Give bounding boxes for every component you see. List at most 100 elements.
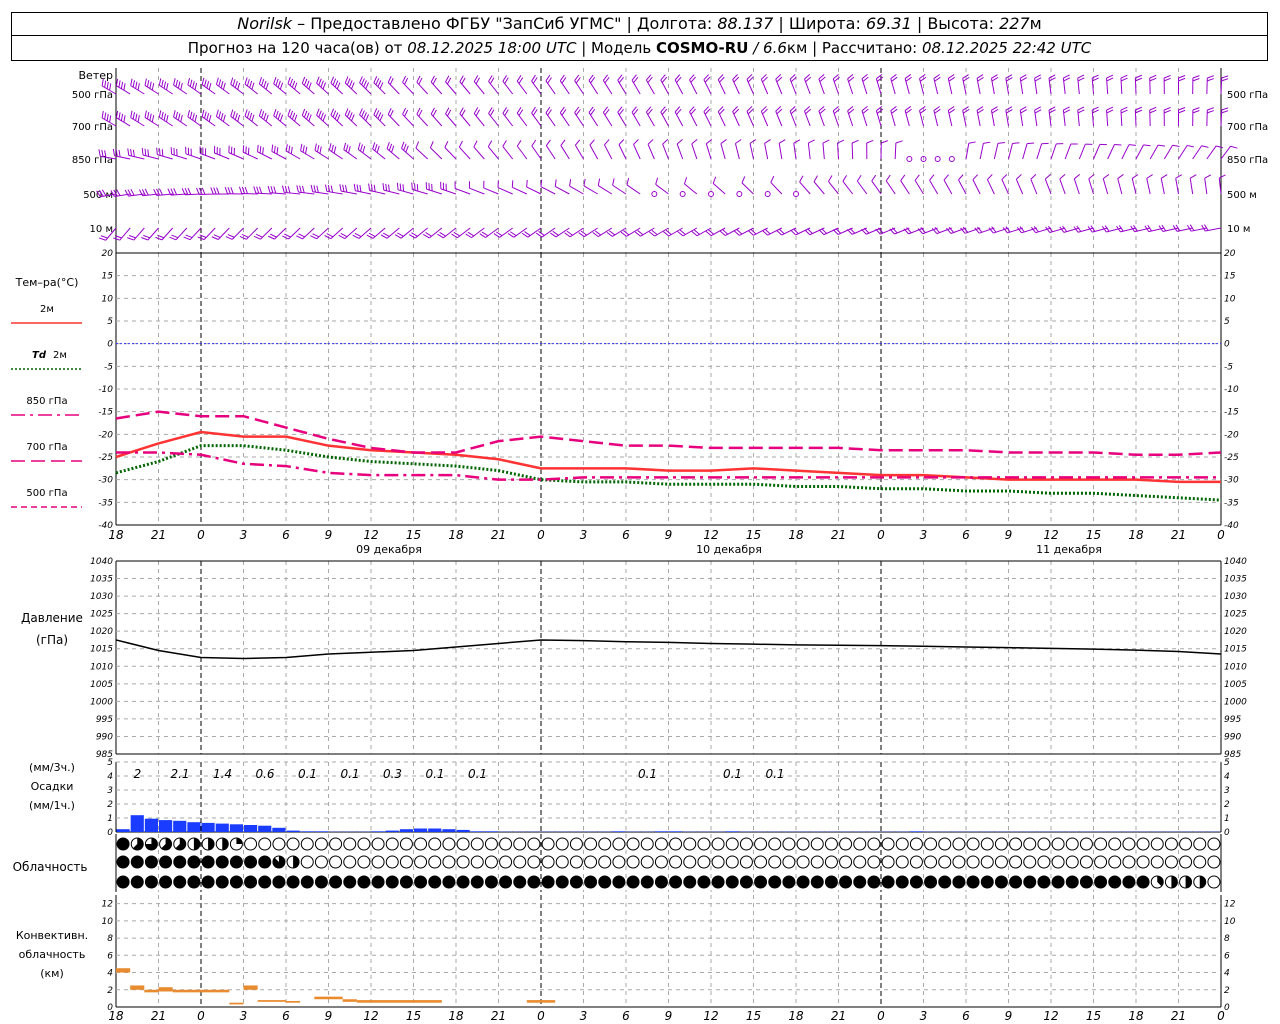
precip-3h-total: 1.4 <box>213 767 232 781</box>
cloud-symbol-fill <box>655 876 668 888</box>
cloud-symbol <box>569 837 583 851</box>
temp-ytick-right: -25 <box>1224 453 1239 463</box>
wind-barb-flag <box>144 148 147 156</box>
wind-barb-flag <box>444 140 449 148</box>
temp-ytick-right: -20 <box>1224 430 1239 440</box>
wind-barb-flag <box>320 112 324 120</box>
wind-barb-flag <box>1149 106 1157 111</box>
cloud-symbol-fill <box>627 876 640 888</box>
cloud-symbol <box>513 855 527 869</box>
wind-barb-flag <box>258 109 263 117</box>
wind-barb-flag <box>1063 106 1070 111</box>
cloud-symbol-fill <box>499 876 512 888</box>
cloud-symbol <box>470 855 484 869</box>
cloud-symbol-fill <box>145 856 158 868</box>
cloud-symbol <box>1023 855 1037 869</box>
precip-bar <box>159 820 173 832</box>
wind-barb-flag <box>204 79 207 87</box>
wind-barb-flag <box>352 234 360 239</box>
wind-barb-flag <box>291 80 296 88</box>
cloud-symbol-fill <box>669 876 682 888</box>
wind-barb-flag <box>158 148 161 156</box>
press-ytick-right: 990 <box>1224 732 1241 742</box>
precip-ytick-right: 1 <box>1224 814 1230 824</box>
wind-barb-flag <box>359 184 362 193</box>
cloud-symbol-fill <box>343 876 356 888</box>
wind-barb-flag <box>346 110 351 118</box>
cloud-symbol-fill <box>867 876 880 888</box>
wind-barb-shaft <box>612 184 627 195</box>
cloud-symbol-fill <box>173 856 186 868</box>
wind-barb-shaft <box>1064 143 1072 160</box>
wind-barb-flag <box>1143 144 1151 147</box>
wind-barb-shaft <box>512 186 528 195</box>
wind-barb-flag <box>130 110 133 118</box>
temp-xtick: 21 <box>1171 528 1186 542</box>
wind-barb-flag <box>405 145 409 153</box>
cloud-symbol <box>1094 855 1108 869</box>
precip-ytick: 0 <box>107 828 113 838</box>
wind-barb-flag <box>997 141 1005 144</box>
wind-barb-flag <box>322 82 327 90</box>
wind-barb-shaft <box>569 185 584 195</box>
wind-barb-shaft <box>469 187 485 195</box>
cloud-symbol <box>895 837 909 851</box>
wind-barb-flag <box>851 139 859 144</box>
wind-barb-flag <box>230 109 234 117</box>
cloud-symbol-fill <box>173 876 186 888</box>
wind-barb-flag <box>106 81 109 89</box>
wind-barb-flag <box>504 77 509 84</box>
conv-cloud-bar <box>116 968 131 973</box>
temp-title: Тем–ра(°С) <box>15 276 79 289</box>
wind-barb-flag <box>301 108 306 116</box>
wind-barb-flag <box>115 110 119 118</box>
wind-barb-flag <box>574 139 581 146</box>
wind-barb-flag <box>377 112 382 119</box>
wind-barb-flag <box>1016 174 1022 180</box>
temp-legend-1-b: 2м <box>53 350 67 361</box>
wind-barb-shaft <box>531 145 542 160</box>
wind-barb-flag <box>318 78 322 86</box>
wind-barb-flag <box>461 109 466 117</box>
temp-ytick: -25 <box>98 453 113 463</box>
conv-ytick-right: 10 <box>1224 917 1236 927</box>
cloud-symbol <box>669 837 683 851</box>
wind-barb-flag <box>213 187 217 195</box>
wind-barb-flag <box>333 146 337 154</box>
conv-cloud-bar <box>144 989 159 993</box>
cloud-symbol <box>484 855 498 869</box>
wind-barb-shaft <box>749 143 754 160</box>
cloud-symbol-fill <box>357 876 370 888</box>
cloud-symbol <box>1136 855 1150 869</box>
wind-barb-flag <box>296 185 299 193</box>
precip-bar <box>470 831 484 832</box>
wind-barb-flag <box>246 79 250 87</box>
wind-barb-flag <box>281 185 285 193</box>
cloud-symbol <box>768 855 782 869</box>
press-ytick-right: 1030 <box>1224 592 1247 602</box>
wind-barb-flag <box>175 111 179 119</box>
cloud-symbol <box>399 837 413 851</box>
wind-barb-flag <box>263 80 267 88</box>
conv-xtick: 3 <box>580 1009 588 1023</box>
cloud-symbol-fill <box>386 876 399 888</box>
wind-barb-flag <box>275 78 279 86</box>
temp-xtick: 21 <box>151 528 166 542</box>
precip-bar <box>286 830 300 832</box>
wind-barb-shaft <box>1008 143 1013 160</box>
wind-barb-flag <box>291 112 296 120</box>
cloud-symbol <box>754 855 768 869</box>
wind-barb-shaft <box>483 187 499 195</box>
wind-barb-flag <box>343 142 347 150</box>
wind-barb-flag <box>288 145 291 153</box>
wind-barb-flag <box>306 112 310 120</box>
cloud-symbol-fill <box>117 856 130 868</box>
wind-barb-flag <box>363 80 367 88</box>
wind-barb-flag <box>799 175 804 183</box>
wind-barb-flag <box>166 115 169 123</box>
precip-bar <box>116 829 130 832</box>
wind-barb-flag <box>1128 144 1136 146</box>
temp-ytick: -35 <box>98 498 113 508</box>
wind-barb-flag <box>261 78 265 86</box>
cloud-symbol-fill <box>457 876 470 888</box>
